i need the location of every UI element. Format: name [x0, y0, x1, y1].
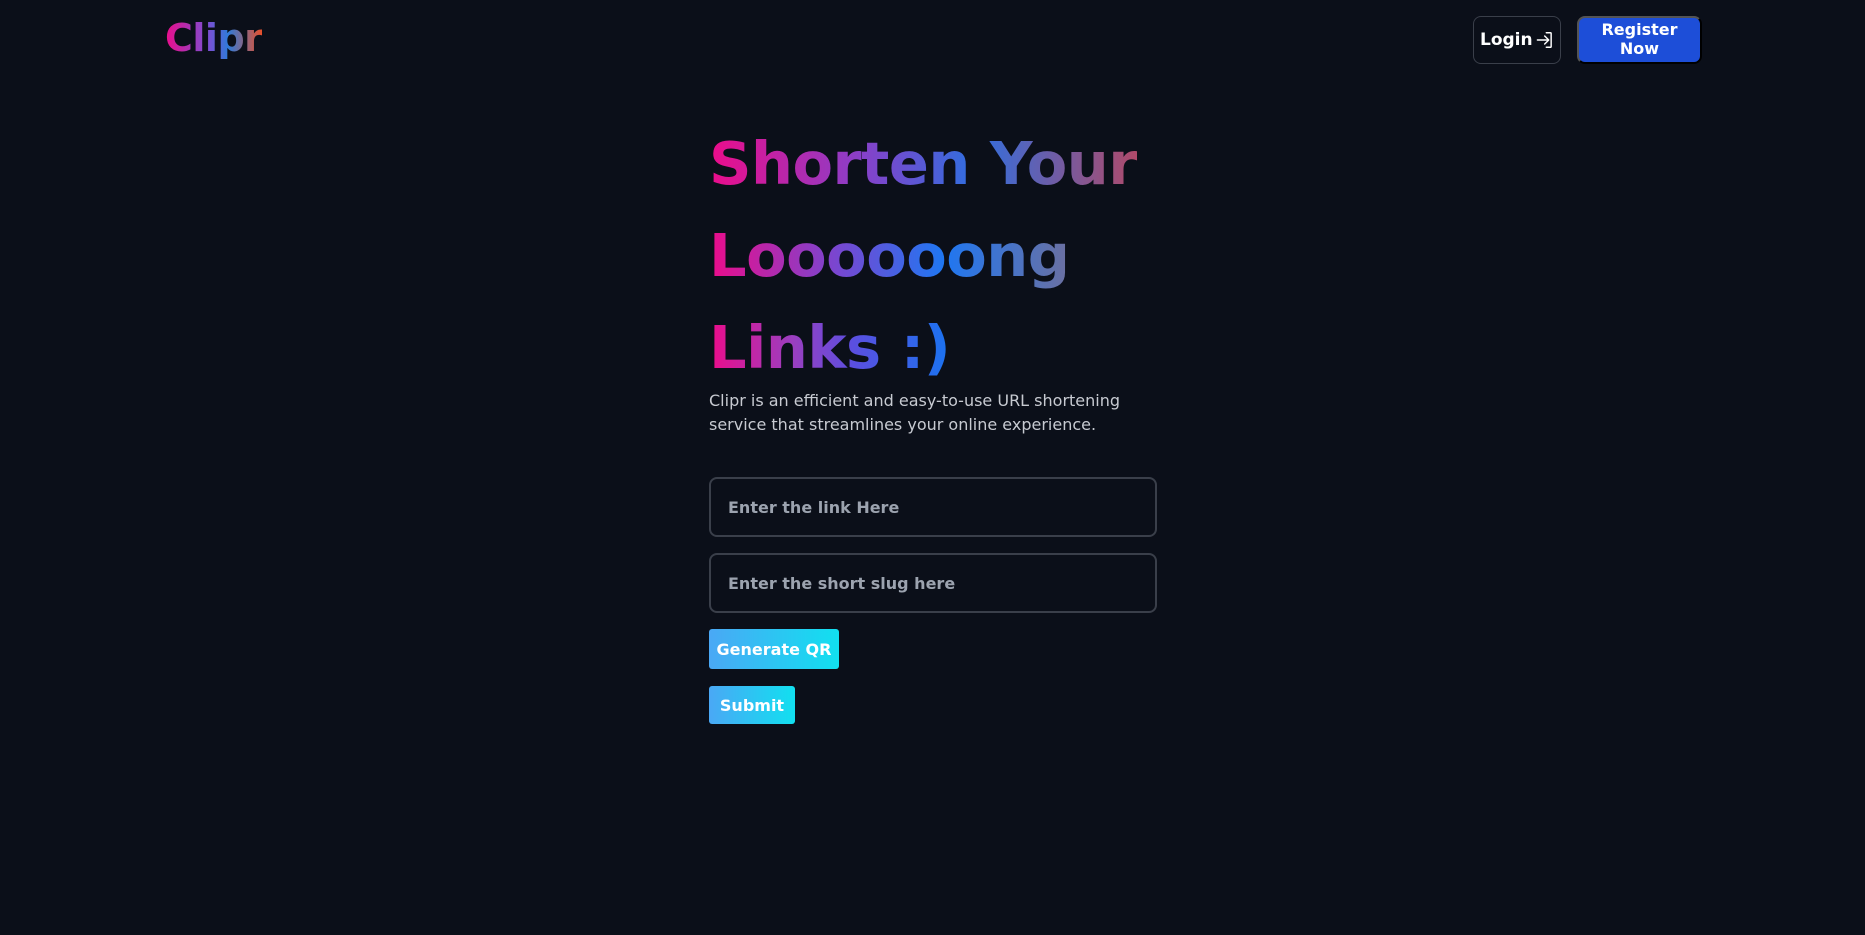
login-button[interactable]: Login — [1473, 16, 1561, 64]
slug-input[interactable] — [709, 553, 1157, 613]
register-button[interactable]: Register Now — [1577, 16, 1702, 64]
generate-qr-button[interactable]: Generate QR — [709, 629, 839, 669]
link-input[interactable] — [709, 477, 1157, 537]
login-label: Login — [1480, 30, 1533, 50]
hero-line-2: Loooooong — [709, 210, 1070, 302]
login-arrow-icon — [1536, 32, 1552, 48]
hero-line-1: Shorten Your — [709, 118, 1137, 210]
logo[interactable]: Clipr — [165, 14, 263, 62]
page: Clipr Login Register Now Shorten Your Lo… — [0, 0, 1865, 935]
submit-button[interactable]: Submit — [709, 686, 795, 724]
hero-line-3: Links :) — [709, 302, 951, 394]
hero-heading: Shorten Your Loooooong Links :) — [709, 118, 1169, 394]
hero-tagline: Clipr is an efficient and easy-to-use UR… — [709, 391, 1121, 434]
